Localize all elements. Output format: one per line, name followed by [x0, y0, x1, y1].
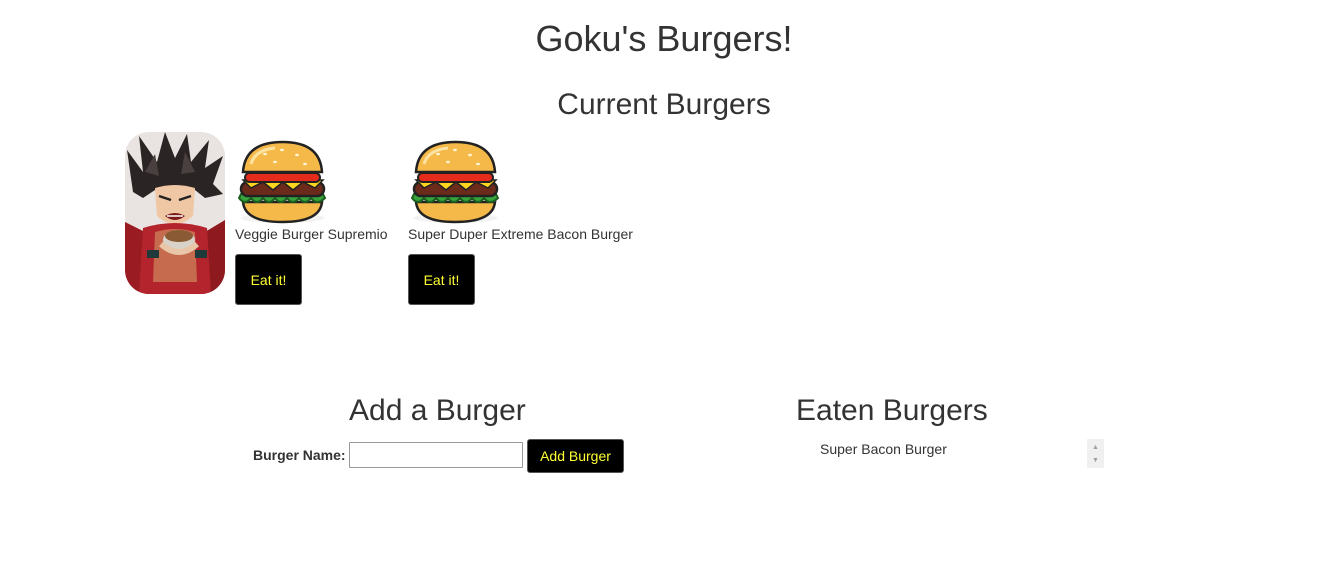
eaten-burgers-title: Eaten Burgers — [796, 394, 988, 427]
burger-icon — [410, 140, 500, 224]
burger-name: Veggie Burger Supremio — [235, 226, 388, 242]
site-title: Goku's Burgers! — [535, 18, 793, 59]
burger-card: Veggie Burger Supremio Eat it! — [235, 140, 388, 305]
eat-it-button[interactable]: Eat it! — [235, 254, 302, 305]
add-burger-title: Add a Burger — [349, 394, 526, 427]
burger-icon — [237, 140, 327, 224]
eaten-burger-item: Super Bacon Burger — [820, 441, 947, 457]
burger-name-label: Burger Name: — [253, 447, 346, 463]
goku-mascot-image — [125, 132, 225, 294]
current-burgers-title: Current Burgers — [557, 88, 771, 121]
page: Goku's Burgers! Current Burgers Veggie B… — [0, 0, 1328, 586]
scroll-down-arrow-icon[interactable]: ▼ — [1087, 453, 1104, 467]
burger-name: Super Duper Extreme Bacon Burger — [408, 226, 633, 242]
scroll-up-arrow-icon[interactable]: ▲ — [1087, 440, 1104, 454]
eat-it-button[interactable]: Eat it! — [408, 254, 475, 305]
add-burger-button[interactable]: Add Burger — [527, 439, 624, 473]
burger-name-input[interactable] — [349, 442, 523, 468]
burger-card: Super Duper Extreme Bacon Burger Eat it! — [408, 140, 633, 305]
eaten-list-scrollbar[interactable]: ▲ ▼ — [1087, 439, 1104, 468]
